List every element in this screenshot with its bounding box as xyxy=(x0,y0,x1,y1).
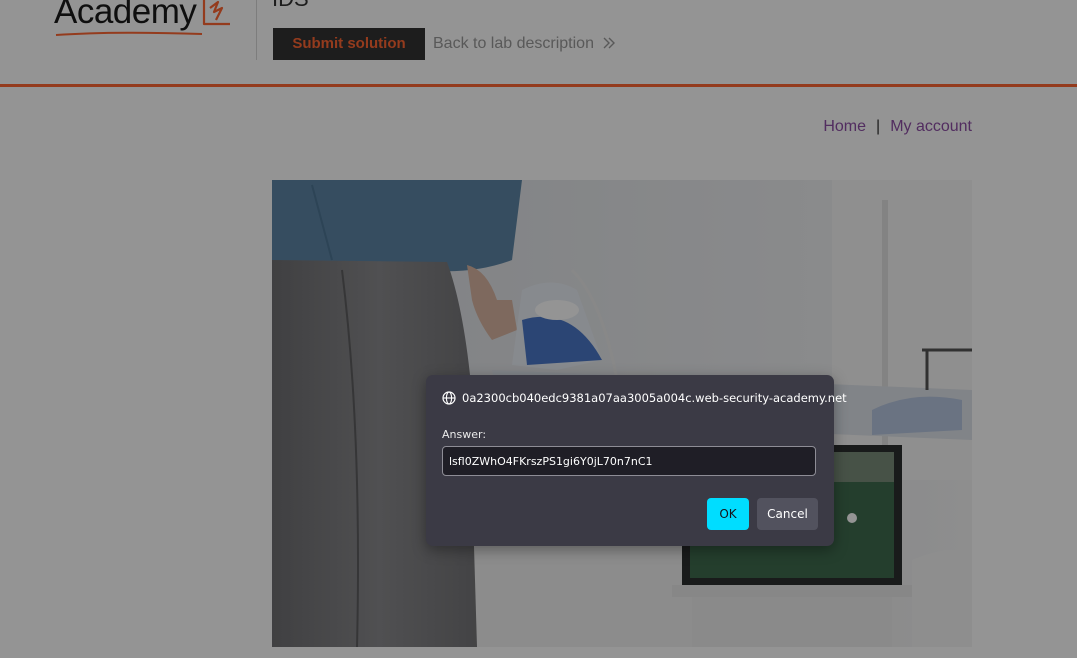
dialog-origin: 0a2300cb040edc9381a07aa3005a004c.web-sec… xyxy=(442,391,847,405)
prompt-dialog: 0a2300cb040edc9381a07aa3005a004c.web-sec… xyxy=(426,375,847,546)
answer-input[interactable] xyxy=(442,446,816,476)
answer-label: Answer: xyxy=(442,428,487,441)
ok-button[interactable]: OK xyxy=(707,498,749,530)
cancel-button[interactable]: Cancel xyxy=(757,498,818,530)
globe-icon xyxy=(442,391,456,405)
dialog-origin-text: 0a2300cb040edc9381a07aa3005a004c.web-sec… xyxy=(462,391,847,405)
modal-backdrop xyxy=(0,0,1077,658)
page: Academy IDS Submit solution Back to lab … xyxy=(0,0,1077,658)
